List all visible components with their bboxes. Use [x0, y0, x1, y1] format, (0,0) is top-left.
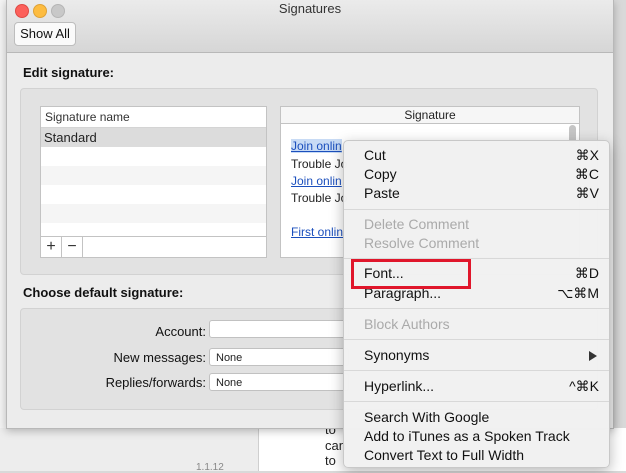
new-messages-label: New messages: [113, 350, 206, 365]
edit-signature-heading: Edit signature: [23, 65, 115, 80]
menu-item-cut[interactable]: Cut ⌘X [344, 146, 609, 165]
menu-item-block-authors: Block Authors [364, 316, 450, 332]
list-item-empty [41, 166, 266, 185]
submenu-arrow-icon [589, 351, 597, 361]
show-all-button[interactable]: Show All [14, 22, 76, 46]
replies-label: Replies/forwards: [105, 375, 206, 390]
menu-separator [344, 370, 609, 371]
menu-item-add-to-itunes[interactable]: Add to iTunes as a Spoken Track [344, 427, 609, 446]
signature-list-header: Signature name [41, 107, 266, 128]
signature-line-link[interactable]: Join onlin [291, 139, 342, 153]
signature-line-link[interactable]: Join onlin [291, 174, 342, 188]
signature-list: Signature name Standard + − [40, 106, 267, 258]
menu-item-delete-comment: Delete Comment [364, 216, 470, 232]
menu-item-search-google[interactable]: Search With Google [344, 408, 609, 427]
menu-separator [344, 209, 609, 210]
list-item-empty [41, 185, 266, 204]
menu-item-resolve-comment: Resolve Comment [364, 235, 480, 251]
signature-line: Trouble Jo [291, 157, 348, 171]
account-select[interactable] [209, 320, 349, 338]
new-messages-select[interactable]: None [209, 348, 349, 366]
version-label: 1.1.12 [196, 462, 224, 473]
menu-separator [344, 401, 609, 402]
menu-item-convert-full-width[interactable]: Convert Text to Full Width [344, 446, 609, 465]
list-item-empty [41, 204, 266, 223]
menu-separator [344, 308, 609, 309]
menu-item-hyperlink[interactable]: Hyperlink... ^⌘K [344, 377, 609, 396]
menu-item-synonyms[interactable]: Synonyms [344, 346, 609, 365]
menu-item-copy[interactable]: Copy ⌘C [344, 165, 609, 184]
replies-select[interactable]: None [209, 373, 349, 391]
account-label: Account: [155, 324, 206, 339]
default-signature-heading: Choose default signature: [23, 285, 184, 300]
titlebar: Signatures Show All [7, 0, 613, 53]
signature-editor-header: Signature [281, 107, 579, 124]
signature-line: Trouble Jo [291, 191, 348, 205]
signature-item-standard[interactable]: Standard [41, 128, 266, 147]
doc-line: to [325, 453, 336, 468]
menu-separator [344, 339, 609, 340]
highlight-annotation [351, 259, 471, 289]
list-buttons: + − [41, 236, 266, 257]
context-menu: Cut ⌘X Copy ⌘C Paste ⌘V Delete Comment Reso… [343, 140, 610, 468]
menu-item-paste[interactable]: Paste ⌘V [344, 184, 609, 203]
window-title: Signatures [278, 1, 342, 16]
remove-signature-button[interactable]: − [62, 237, 83, 257]
add-signature-button[interactable]: + [41, 237, 62, 257]
list-item-empty [41, 147, 266, 166]
signature-line-link[interactable]: First onlin [291, 225, 343, 239]
